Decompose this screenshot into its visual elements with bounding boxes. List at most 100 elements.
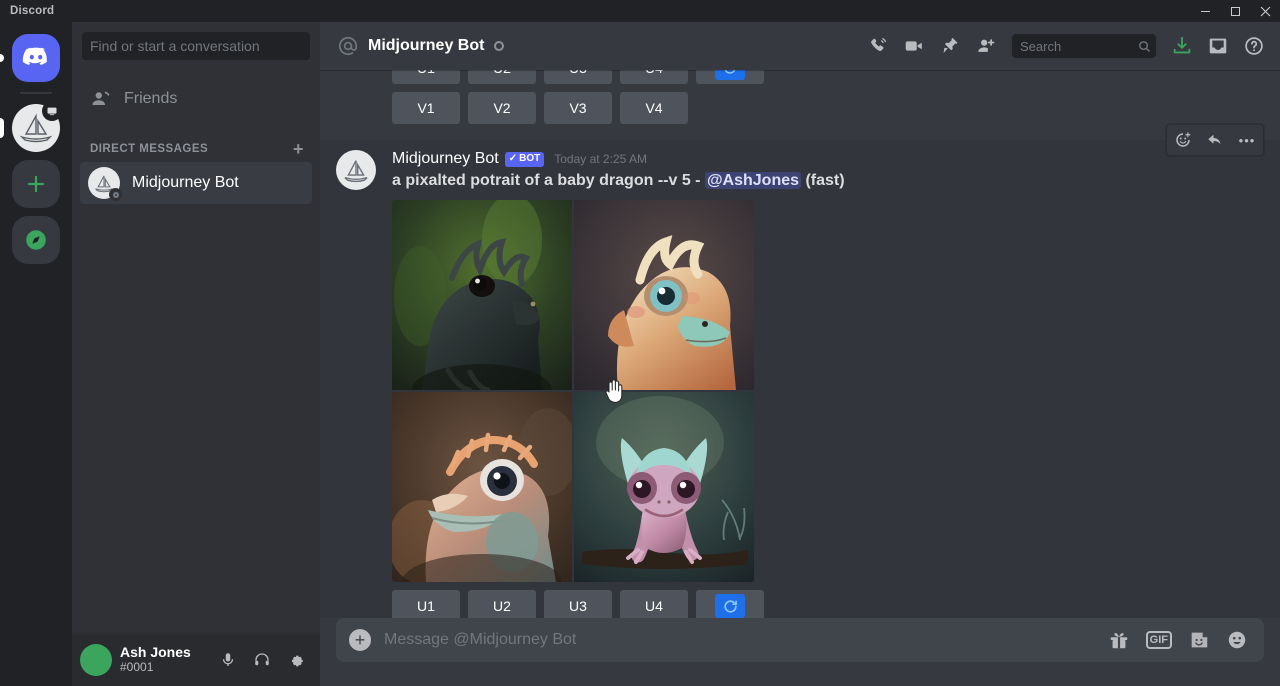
channel-header: Midjourney Bot Search [320, 22, 1280, 70]
message-author[interactable]: Midjourney Bot [392, 150, 499, 168]
rail-pill-midjourney [0, 118, 4, 138]
add-reaction-icon[interactable] [1167, 125, 1199, 155]
find-conversation-placeholder: Find or start a conversation [90, 38, 260, 54]
channel-status-badge [494, 41, 505, 51]
bot-badge-label: BOT [519, 153, 541, 164]
upscale-button-row: U1 U2 U3 U4 [392, 590, 1232, 618]
variation-button-v2[interactable]: V2 [468, 92, 536, 124]
server-rail [0, 22, 72, 686]
upscale-button-u3-previous[interactable]: U3 [544, 70, 612, 84]
rail-pill-home [0, 54, 4, 62]
search-icon [1137, 39, 1152, 54]
help-icon[interactable] [1236, 28, 1272, 64]
gift-icon[interactable] [1108, 629, 1130, 651]
friends-icon [88, 87, 112, 111]
user-identity: Ash Jones #0001 [120, 643, 191, 675]
generated-image-grid[interactable] [392, 200, 754, 582]
generated-image-1[interactable] [392, 200, 572, 390]
upload-button[interactable]: + [336, 618, 384, 662]
create-dm-button[interactable]: + [293, 140, 304, 158]
message-composer[interactable]: + Message @Midjourney Bot GIF [336, 618, 1264, 662]
generated-image-4[interactable] [574, 392, 754, 582]
inbox-download-icon[interactable] [1164, 28, 1200, 64]
user-panel: Ash Jones #0001 [72, 633, 320, 686]
upscale-button-u2[interactable]: U2 [468, 590, 536, 618]
app-name: Discord [10, 5, 55, 17]
speed-suffix: (fast) [801, 172, 845, 189]
dm-sidebar: Find or start a conversation Friends DIR… [72, 22, 320, 686]
message-timestamp: Today at 2:25 AM [554, 152, 647, 166]
mention-ashjones[interactable]: @AshJones [704, 172, 802, 189]
search-input[interactable]: Search [1012, 34, 1156, 58]
composer-icons: GIF [1108, 629, 1248, 651]
reroll-button-previous[interactable] [696, 70, 764, 84]
emoji-icon[interactable] [1226, 629, 1248, 651]
sidebar-item-friends[interactable]: Friends [80, 78, 312, 120]
close-button[interactable] [1250, 0, 1280, 22]
rail-item-add-server[interactable] [12, 160, 60, 208]
gif-label: GIF [1145, 631, 1172, 649]
compass-icon [12, 216, 60, 264]
message-midjourney-result[interactable]: ••• Midjourney Bot ✓ BOT Today at 2:25 A… [320, 124, 1280, 618]
more-glyph: ••• [1238, 132, 1256, 148]
rail-item-midjourney[interactable] [12, 101, 62, 152]
sticker-icon[interactable] [1188, 629, 1210, 651]
upscale-button-u2-previous[interactable]: U2 [468, 70, 536, 84]
refresh-icon [715, 70, 745, 80]
discord-home-icon [12, 34, 60, 82]
previous-message-actions: U1 U2 U3 U4 V1 [320, 70, 1280, 132]
generated-image-2[interactable] [574, 200, 754, 390]
discord-window: Discord Find or start a conversation Fri… [0, 0, 1280, 686]
rail-item-home[interactable] [12, 34, 60, 82]
pin-icon[interactable] [932, 28, 968, 64]
minimize-button[interactable] [1190, 0, 1220, 22]
message-list[interactable]: U1 U2 U3 U4 V1 [320, 70, 1280, 618]
direct-messages-label: DIRECT MESSAGES [90, 143, 209, 155]
settings-icon[interactable] [280, 644, 312, 676]
gif-icon[interactable]: GIF [1145, 631, 1172, 649]
bot-badge: ✓ BOT [504, 151, 545, 167]
message-input-placeholder: Message @Midjourney Bot [384, 631, 577, 648]
user-controls [212, 644, 312, 676]
variation-button-v1[interactable]: V1 [392, 92, 460, 124]
direct-messages-header: DIRECT MESSAGES + [80, 122, 312, 162]
page-title: Midjourney Bot [368, 37, 485, 54]
user-name: Ash Jones [120, 643, 191, 660]
plus-icon [12, 160, 60, 208]
voice-call-icon[interactable] [860, 28, 896, 64]
deafen-icon[interactable] [246, 644, 278, 676]
title-bar: Discord [0, 0, 1280, 22]
upscale-button-u3[interactable]: U3 [544, 590, 612, 618]
upscale-button-u4-previous[interactable]: U4 [620, 70, 688, 84]
find-conversation-input[interactable]: Find or start a conversation [82, 32, 310, 60]
header-actions: Search [860, 28, 1272, 64]
variation-button-v4[interactable]: V4 [620, 92, 688, 124]
message-input[interactable]: Message @Midjourney Bot [384, 631, 1108, 649]
mute-icon[interactable] [212, 644, 244, 676]
video-call-icon[interactable] [896, 28, 932, 64]
inbox-icon[interactable] [1200, 28, 1236, 64]
avatar[interactable] [336, 150, 376, 190]
upscale-button-u1-previous[interactable]: U1 [392, 70, 460, 84]
variation-button-v3[interactable]: V3 [544, 92, 612, 124]
main-content: Midjourney Bot Search V1 V2 V3 V4 ••• Mi… [320, 22, 1280, 686]
rail-item-explore[interactable] [12, 216, 60, 264]
status-badge [109, 188, 122, 201]
user-tag: #0001 [120, 660, 154, 675]
composer-area: + Message @Midjourney Bot GIF [320, 618, 1280, 686]
generated-image-3[interactable] [392, 392, 572, 582]
sidebar-item-friends-label: Friends [124, 90, 178, 107]
maximize-button[interactable] [1220, 0, 1250, 22]
avatar [88, 167, 122, 201]
message-prompt-text: a pixalted potrait of a baby dragon --v … [392, 170, 1232, 192]
search-placeholder: Search [1020, 38, 1062, 54]
add-friend-icon[interactable] [968, 28, 1004, 64]
upscale-button-u4[interactable]: U4 [620, 590, 688, 618]
upscale-button-u1[interactable]: U1 [392, 590, 460, 618]
dm-item-midjourney-bot[interactable]: Midjourney Bot [80, 162, 312, 204]
reroll-button[interactable] [696, 590, 764, 618]
message-hover-toolbar: ••• [1166, 124, 1264, 156]
more-icon[interactable]: ••• [1231, 125, 1263, 155]
reply-icon[interactable] [1199, 125, 1231, 155]
user-avatar[interactable] [80, 643, 112, 676]
